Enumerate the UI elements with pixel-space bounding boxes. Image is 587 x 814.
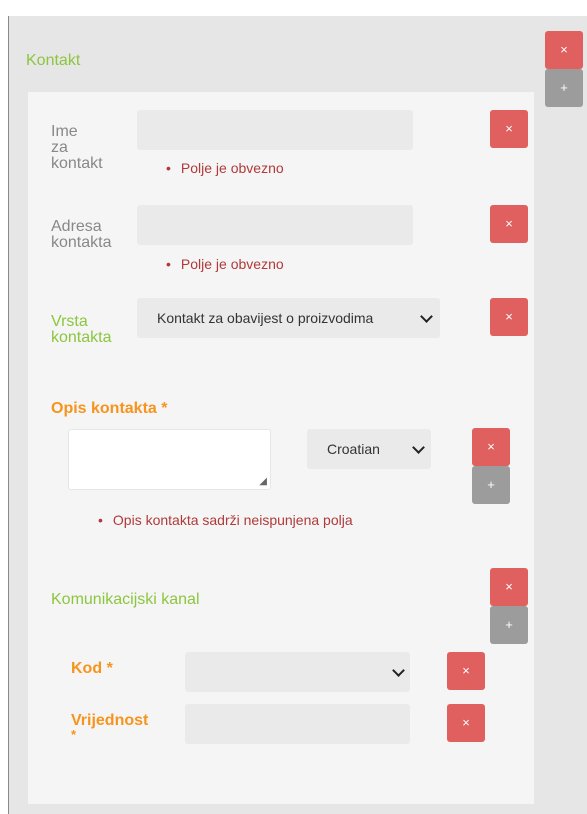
chevron-down-icon (412, 441, 425, 454)
contact-section-title: Kontakt (26, 52, 81, 69)
contact-type-selected: Kontakt za obavijest o proizvodima (157, 310, 374, 326)
contact-address-input[interactable] (137, 205, 413, 245)
contact-name-label: Ime za kontakt (51, 123, 103, 172)
delete-value-button[interactable]: × (447, 704, 485, 742)
contact-name-error: • Polje je obvezno (166, 160, 284, 176)
add-description-button[interactable]: + (472, 466, 510, 504)
delete-code-button[interactable]: × (447, 652, 485, 690)
add-channel-button[interactable]: + (490, 606, 528, 644)
value-label: Vrijednost * (71, 712, 149, 742)
delete-channel-button[interactable]: × (490, 568, 528, 606)
resize-handle-icon[interactable]: ◢ (259, 476, 267, 487)
value-input[interactable] (185, 704, 410, 744)
code-select[interactable] (185, 652, 410, 692)
add-contact-button[interactable]: + (545, 69, 583, 107)
description-error: • Opis kontakta sadrži neispunjena polja (98, 512, 353, 528)
delete-contact-button[interactable]: × (545, 31, 583, 69)
language-select[interactable]: Croatian (307, 429, 431, 469)
delete-contact-name-button[interactable]: × (490, 110, 528, 148)
contact-type-label: Vrsta kontakta (51, 313, 112, 346)
contact-type-select[interactable]: Kontakt za obavijest o proizvodima (137, 298, 440, 338)
contact-address-label: Adresa kontakta (51, 218, 112, 251)
contact-name-input[interactable] (137, 110, 413, 150)
description-label: Opis kontakta * (51, 400, 168, 417)
delete-contact-type-button[interactable]: × (490, 298, 528, 336)
description-textarea[interactable]: ◢ (68, 429, 271, 490)
delete-contact-address-button[interactable]: × (490, 205, 528, 243)
language-selected: Croatian (327, 441, 380, 457)
chevron-down-icon (420, 310, 433, 323)
contact-address-error: • Polje je obvezno (166, 256, 284, 272)
chevron-down-icon (392, 664, 405, 677)
delete-description-button[interactable]: × (472, 428, 510, 466)
channel-title: Komunikacijski kanal (51, 591, 200, 608)
code-label: Kod * (71, 660, 113, 677)
